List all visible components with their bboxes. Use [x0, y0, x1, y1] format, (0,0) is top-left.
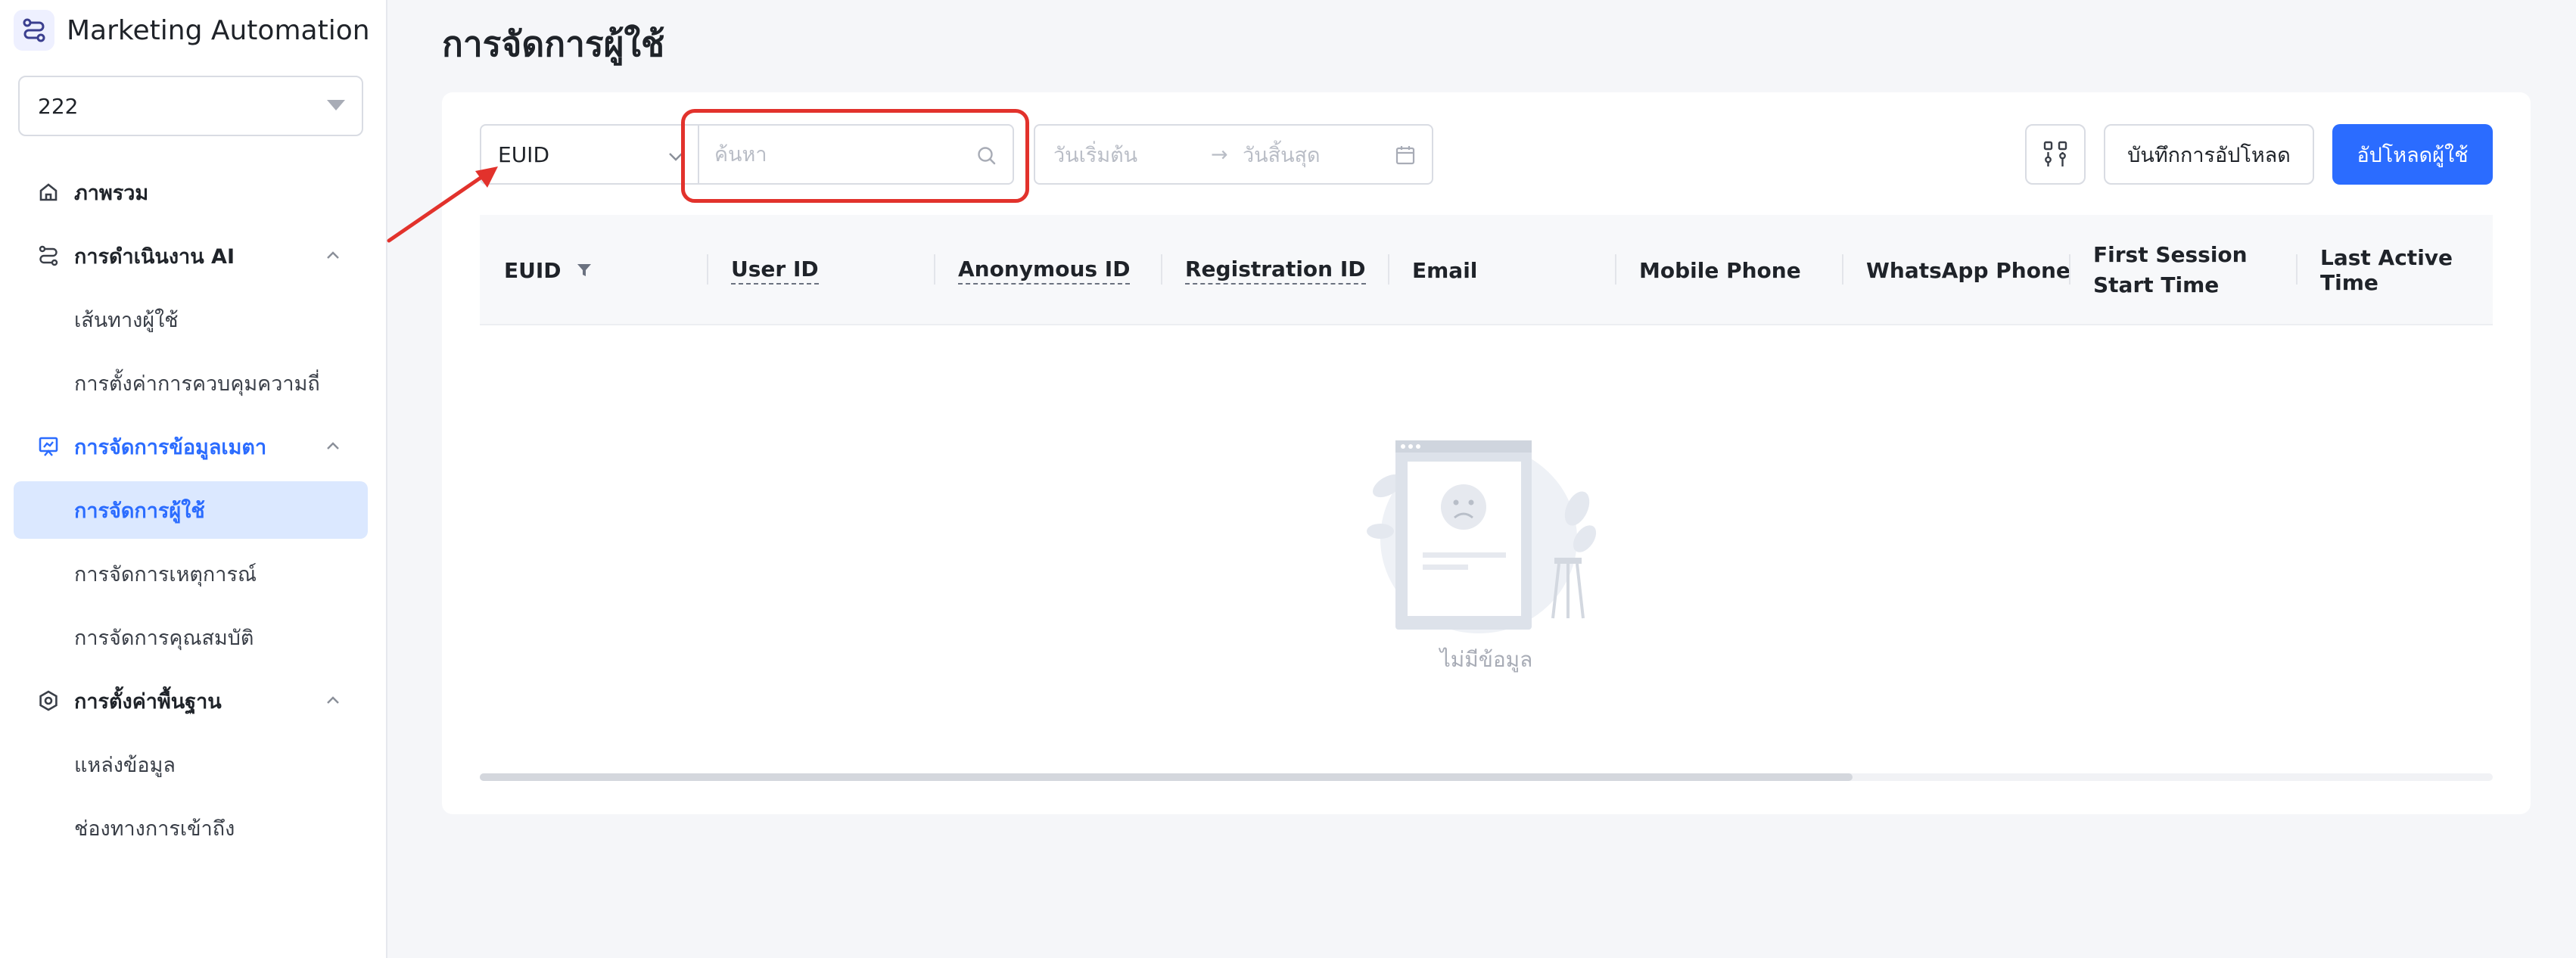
sidebar-item-label: การตั้งค่าพื้นฐาน [74, 689, 222, 714]
date-range-arrow: → [1211, 142, 1228, 166]
column-separator [1842, 254, 1843, 285]
sidebar-item-user-journey[interactable]: เส้นทางผู้ใช้ [0, 288, 386, 351]
sidebar-item-user-management[interactable]: การจัดการผู้ใช้ [14, 481, 368, 539]
sidebar-item-label: แหล่งข้อมูล [74, 753, 176, 777]
calendar-icon [1395, 146, 1415, 165]
sidebar-item-label: ช่องทางการเข้าถึง [74, 816, 235, 841]
sidebar-item-label: การตั้งค่าการควบคุมความถี่ [74, 372, 320, 396]
sidebar-item-label: การจัดการคุณสมบัติ [74, 626, 254, 650]
sidebar-item-label: การจัดการข้อมูลเมตา [74, 435, 267, 459]
column-header-email[interactable]: Email [1388, 215, 1477, 325]
sidebar-item-data-sources[interactable]: แหล่งข้อมูล [0, 732, 386, 796]
sidebar-item-label: การดำเนินงาน AI [74, 244, 235, 269]
sidebar-item-overview[interactable]: ภาพรวม [0, 160, 386, 224]
column-header-euid[interactable]: EUID [504, 215, 593, 325]
search-input[interactable] [714, 142, 957, 166]
hexagon-gear-icon [39, 690, 58, 711]
sidebar-group-ai-operations[interactable]: การดำเนินงาน AI [0, 224, 386, 288]
sidebar-item-label: การจัดการเหตุการณ์ [74, 562, 257, 586]
presentation-icon [39, 437, 58, 456]
page-title: การจัดการผู้ใช้ [442, 23, 665, 64]
table-horizontal-scrollbar[interactable] [480, 773, 2493, 781]
search-field-select[interactable]: EUID [480, 124, 699, 185]
caret-down-icon [327, 100, 345, 110]
column-header-first-session-start-time[interactable]: First Session Start Time [2069, 215, 2275, 325]
date-end-placeholder: วันสิ้นสุด [1243, 143, 1321, 167]
home-icon [39, 183, 58, 201]
sidebar-item-label: ภาพรวม [74, 181, 149, 205]
upload-log-button[interactable]: บันทึกการอัปโหลด [2104, 124, 2314, 185]
column-separator [2296, 254, 2298, 285]
flow-icon [39, 245, 58, 266]
search-field-value: EUID [498, 142, 550, 167]
upload-users-button[interactable]: อัปโหลดผู้ใช้ [2332, 124, 2493, 185]
brand-logo-icon [14, 10, 54, 51]
chevron-down-icon [669, 153, 683, 161]
empty-state-text: ไม่มีข้อมูล [1439, 647, 1533, 672]
column-separator [707, 254, 708, 285]
sidebar-nav: ภาพรวม การดำเนินงาน AI เส้นทางผู้ใช้ การ… [0, 160, 386, 860]
search-box [698, 124, 1014, 185]
search-icon[interactable] [975, 144, 999, 168]
filter-icon[interactable] [575, 261, 593, 279]
project-select-value: 222 [38, 93, 79, 119]
sidebar-item-access-channels[interactable]: ช่องทางการเข้าถึง [0, 796, 386, 860]
column-header-registration-id[interactable]: Registration ID [1161, 215, 1366, 325]
column-separator [1615, 254, 1616, 285]
chevron-up-icon [327, 251, 339, 259]
column-separator [2069, 254, 2070, 285]
sidebar-item-label: เส้นทางผู้ใช้ [74, 308, 179, 332]
sidebar-group-basic-settings[interactable]: การตั้งค่าพื้นฐาน [0, 669, 386, 732]
empty-state-illustration [1367, 440, 1597, 633]
column-header-whatsapp-phone[interactable]: WhatsApp Phone [1842, 215, 2070, 325]
sidebar: Marketing Automation 222 ภาพรวม การดำเนิ… [0, 0, 387, 958]
app-name: Marketing Automation [67, 14, 370, 46]
column-settings-icon [2043, 141, 2067, 166]
chevron-up-icon [327, 442, 339, 449]
column-separator [1388, 254, 1389, 285]
sidebar-item-event-management[interactable]: การจัดการเหตุการณ์ [0, 542, 386, 605]
column-header-anonymous-id[interactable]: Anonymous ID [934, 215, 1131, 325]
sidebar-item-frequency-control[interactable]: การตั้งค่าการควบคุมความถี่ [0, 351, 386, 415]
table-header: EUID User ID Anonymous ID Registration I… [480, 215, 2493, 325]
project-select[interactable]: 222 [18, 76, 363, 136]
date-range-picker[interactable]: วันเริ่มต้น → วันสิ้นสุด [1034, 124, 1433, 185]
sidebar-group-metadata[interactable]: การจัดการข้อมูลเมตา [0, 415, 386, 478]
scrollbar-thumb[interactable] [480, 773, 1853, 781]
column-header-user-id[interactable]: User ID [707, 215, 819, 325]
sidebar-item-property-management[interactable]: การจัดการคุณสมบัติ [0, 605, 386, 669]
date-start-placeholder: วันเริ่มต้น [1053, 143, 1138, 167]
sidebar-item-label: การจัดการผู้ใช้ [74, 499, 205, 523]
column-separator [934, 254, 935, 285]
brand: Marketing Automation [14, 9, 370, 51]
column-header-last-active-time[interactable]: Last Active Time [2296, 215, 2493, 325]
user-management-card: EUID วันเริ่มต้น → วันสิ้นสุด บันทึกการอ… [442, 92, 2531, 814]
column-settings-button[interactable] [2025, 124, 2086, 185]
chevron-up-icon [327, 696, 339, 704]
column-header-mobile-phone[interactable]: Mobile Phone [1615, 215, 1801, 325]
column-separator [1161, 254, 1162, 285]
